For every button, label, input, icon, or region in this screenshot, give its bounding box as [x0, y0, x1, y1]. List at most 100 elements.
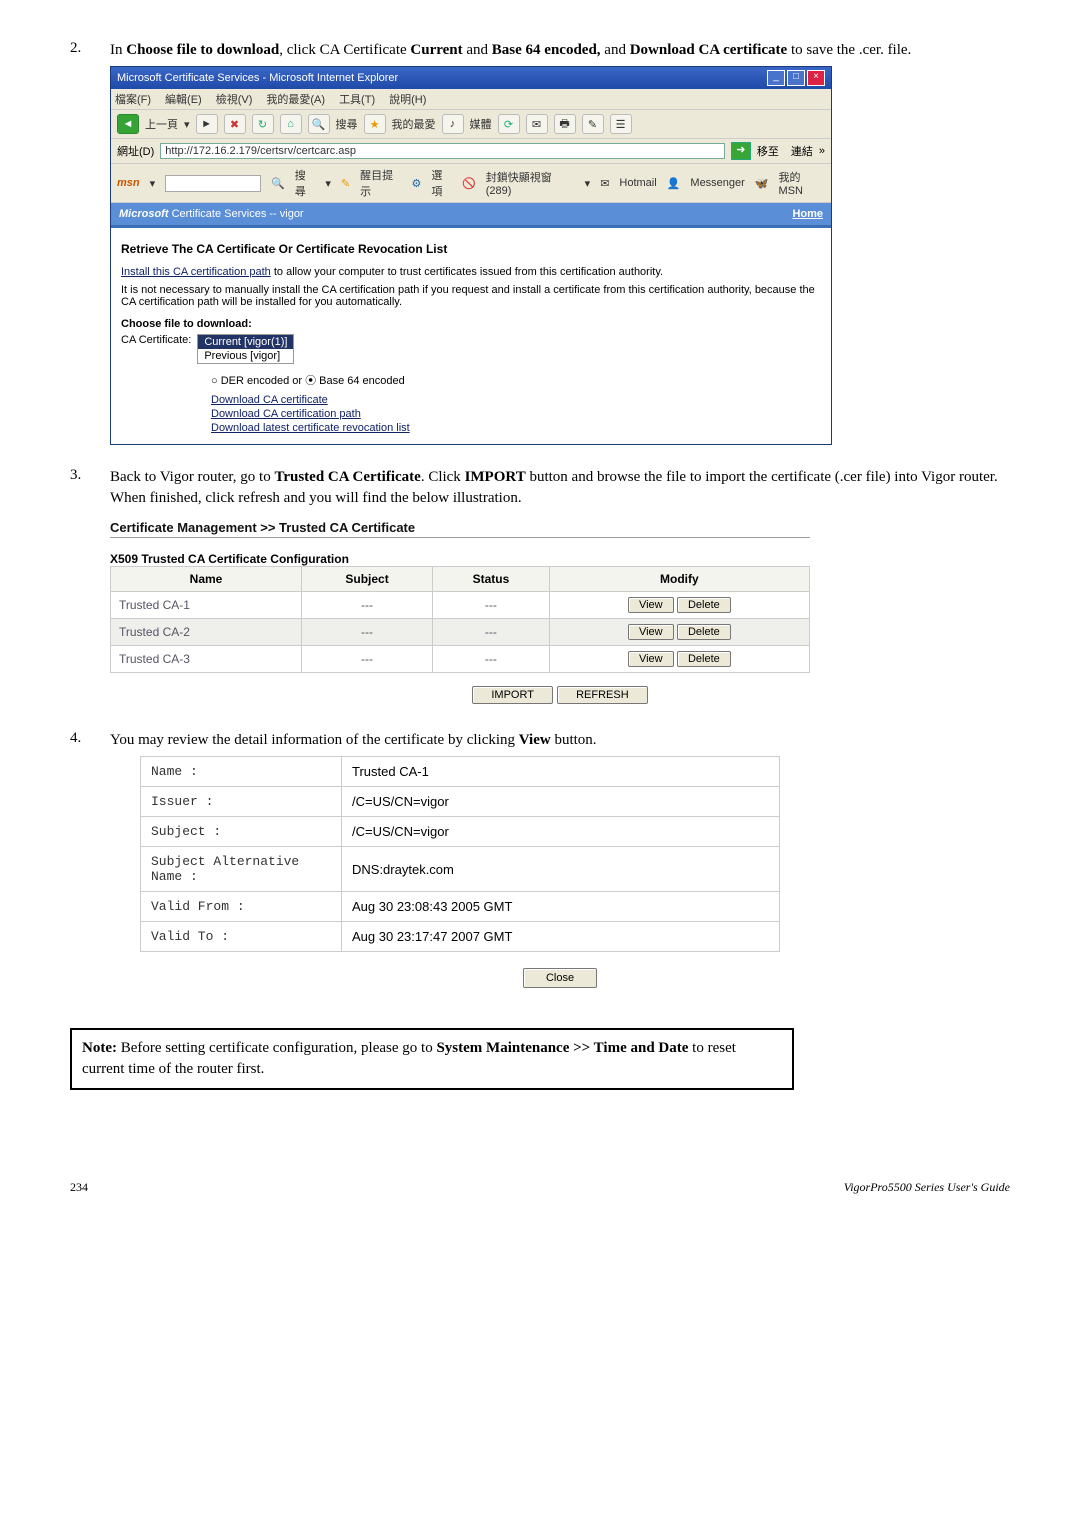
install-ca-path-link[interactable]: Install this CA certification path: [121, 266, 271, 278]
ie-toolbar: ◄ 上一頁 ▾ ► ✖ ↻ ⌂ 🔍 搜尋 ★ 我的最愛 ♪ 媒體 ⟳ ✉ 🖶: [111, 110, 831, 139]
section-heading: Retrieve The CA Certificate Or Certifica…: [121, 242, 821, 256]
download-ca-path-link[interactable]: Download CA certification path: [211, 408, 821, 420]
search-label: 搜尋: [336, 116, 358, 132]
download-ca-cert-link[interactable]: Download CA certificate: [211, 394, 821, 406]
ie-addressbar: 網址(D) http://172.16.2.179/certsrv/certca…: [111, 139, 831, 164]
messenger-icon[interactable]: 👤: [667, 177, 681, 190]
ie-titlebar: Microsoft Certificate Services - Microso…: [111, 67, 831, 89]
media-label: 媒體: [470, 116, 492, 132]
detail-key: Subject :: [141, 817, 342, 847]
links-label: 連結: [791, 143, 813, 159]
msn-sep: ▾: [325, 177, 331, 190]
menu-favorites[interactable]: 我的最愛(A): [266, 91, 325, 107]
close-button[interactable]: ×: [807, 70, 825, 86]
menu-help[interactable]: 說明(H): [389, 91, 426, 107]
step-4-number: 4.: [70, 730, 110, 988]
detail-val: /C=US/CN=vigor: [342, 787, 780, 817]
forward-icon[interactable]: ►: [196, 114, 218, 134]
history-icon[interactable]: ⟳: [498, 114, 520, 134]
back-icon[interactable]: ◄: [117, 114, 139, 134]
msn-toolbar: msn ▾ 🔍 搜尋 ▾ ✎ 醒目提示 ⚙ 選項 🚫 封鎖快顯視窗 (289) …: [111, 164, 831, 203]
detail-val: /C=US/CN=vigor: [342, 817, 780, 847]
toolbar-sep: ▾: [184, 118, 190, 131]
ca-cert-current[interactable]: Current [vigor(1)]: [198, 335, 293, 349]
address-input[interactable]: http://172.16.2.179/certsrv/certcarc.asp: [160, 143, 725, 159]
cell-subject: ---: [302, 645, 433, 672]
col-name: Name: [111, 566, 302, 591]
step-3-text: Back to Vigor router, go to Trusted CA C…: [110, 467, 1010, 508]
col-status: Status: [433, 566, 550, 591]
media-icon[interactable]: ♪: [442, 114, 464, 134]
page-number: 234: [70, 1180, 88, 1195]
detail-key: Name :: [141, 757, 342, 787]
ie-menubar: 檔案(F) 編輯(E) 檢視(V) 我的最愛(A) 工具(T) 說明(H): [111, 89, 831, 110]
refresh-button[interactable]: REFRESH: [557, 686, 648, 704]
stop-icon[interactable]: ✖: [224, 114, 246, 134]
search-icon[interactable]: 🔍: [308, 114, 330, 134]
highlight-icon[interactable]: ✎: [341, 177, 350, 190]
table-row: Trusted CA-1 --- --- View Delete: [111, 591, 810, 618]
view-button[interactable]: View: [628, 597, 674, 613]
msn-options-label: 選項: [431, 167, 452, 199]
step-2-number: 2.: [70, 40, 110, 445]
menu-view[interactable]: 檢視(V): [216, 91, 253, 107]
discuss-icon[interactable]: ☰: [610, 114, 632, 134]
table-row: Trusted CA-2 --- --- View Delete: [111, 618, 810, 645]
detail-val: Aug 30 23:17:47 2007 GMT: [342, 922, 780, 952]
address-label: 網址(D): [117, 143, 154, 159]
cell-subject: ---: [302, 618, 433, 645]
download-crl-link[interactable]: Download latest certificate revocation l…: [211, 422, 821, 434]
mail-icon[interactable]: ✉: [526, 114, 548, 134]
certsrv-content: Retrieve The CA Certificate Or Certifica…: [111, 228, 831, 444]
ca-paragraph-2: It is not necessary to manually install …: [121, 284, 821, 308]
favorites-label: 我的最愛: [392, 116, 436, 132]
delete-button[interactable]: Delete: [677, 651, 731, 667]
cell-subject: ---: [302, 591, 433, 618]
msn-messenger-label: Messenger: [690, 177, 744, 189]
detail-key: Valid To :: [141, 922, 342, 952]
close-button[interactable]: Close: [523, 968, 597, 988]
note-box: Note: Before setting certificate configu…: [70, 1028, 794, 1090]
minimize-button[interactable]: _: [767, 70, 785, 86]
msn-chevron-icon[interactable]: ▾: [150, 177, 156, 190]
ca-cert-previous[interactable]: Previous [vigor]: [198, 349, 293, 363]
step-2-text: In Choose file to download, click CA Cer…: [110, 40, 1010, 60]
maximize-button[interactable]: □: [787, 70, 805, 86]
cell-name: Trusted CA-3: [111, 645, 302, 672]
menu-edit[interactable]: 編輯(E): [165, 91, 202, 107]
mymsn-icon[interactable]: 🦋: [755, 177, 769, 190]
options-icon[interactable]: ⚙: [411, 177, 421, 190]
certsrv-home-link[interactable]: Home: [792, 208, 823, 220]
links-chevron-icon[interactable]: »: [819, 145, 825, 157]
home-icon[interactable]: ⌂: [280, 114, 302, 134]
msn-search-icon[interactable]: 🔍: [271, 177, 285, 190]
encoding-radios[interactable]: ○ DER encoded or ⦿ Base 64 encoded: [211, 372, 821, 388]
msn-search-dropdown[interactable]: [165, 175, 261, 192]
print-icon[interactable]: 🖶: [554, 114, 576, 134]
msn-search-label: 搜尋: [295, 167, 316, 199]
table-row: Trusted CA-3 --- --- View Delete: [111, 645, 810, 672]
edit-icon[interactable]: ✎: [582, 114, 604, 134]
delete-button[interactable]: Delete: [677, 597, 731, 613]
import-button[interactable]: IMPORT: [472, 686, 553, 704]
msn-mymsn-label: 我的 MSN: [779, 169, 825, 197]
hotmail-icon[interactable]: ✉: [600, 177, 609, 190]
col-subject: Subject: [302, 566, 433, 591]
msn-hotmail-label: Hotmail: [619, 177, 656, 189]
refresh-icon[interactable]: ↻: [252, 114, 274, 134]
detail-key: Valid From :: [141, 892, 342, 922]
msn-logo: msn: [117, 177, 140, 189]
popup-blocker-icon[interactable]: 🚫: [462, 177, 476, 190]
msn-blocker-chevron[interactable]: ▾: [585, 177, 591, 190]
menu-tools[interactable]: 工具(T): [339, 91, 375, 107]
detail-key: Subject Alternative Name :: [141, 847, 342, 892]
go-button[interactable]: ➜: [731, 142, 751, 160]
view-button[interactable]: View: [628, 651, 674, 667]
view-button[interactable]: View: [628, 624, 674, 640]
ca-cert-listbox[interactable]: Current [vigor(1)] Previous [vigor]: [197, 334, 294, 364]
step-4-text: You may review the detail information of…: [110, 730, 1010, 750]
favorites-icon[interactable]: ★: [364, 114, 386, 134]
delete-button[interactable]: Delete: [677, 624, 731, 640]
msn-blocker-label: 封鎖快顯視窗 (289): [486, 169, 575, 197]
menu-file[interactable]: 檔案(F): [115, 91, 151, 107]
